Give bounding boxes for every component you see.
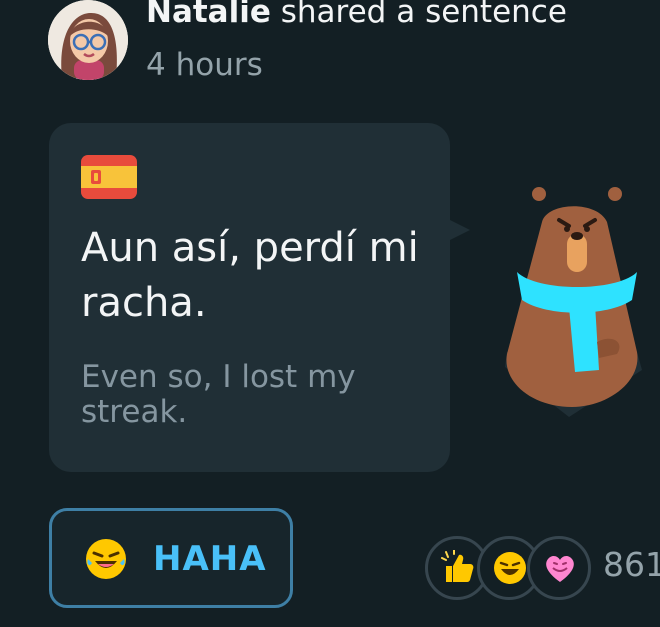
avatar[interactable] [48, 0, 128, 80]
post-time: 4 hours [146, 47, 263, 83]
author-name[interactable]: Natalie [146, 0, 271, 30]
laughing-emoji-icon [494, 552, 526, 584]
spain-flag-icon [81, 155, 137, 199]
natalie-avatar-icon [48, 0, 128, 80]
post-title: Natalie shared a sentence [146, 0, 567, 32]
sentence-card: Aun así, perdí mi racha. Even so, I lost… [49, 123, 450, 472]
translation-text: Even so, I lost my streak. [81, 359, 356, 430]
bubble-tail [446, 218, 470, 242]
heart-icon [546, 556, 574, 582]
reaction-count[interactable]: 861 [603, 545, 660, 584]
thumbs-up-icon [441, 550, 474, 582]
haha-reaction-button[interactable]: HAHA [49, 508, 293, 608]
bear-character-icon [505, 187, 642, 417]
sentence-text: Aun así, perdí mi racha. [81, 225, 419, 326]
reaction-heart[interactable] [527, 536, 591, 600]
post-header: Natalie shared a sentence 4 hours [0, 0, 660, 100]
haha-label: HAHA [153, 539, 267, 579]
laughing-emoji-icon [86, 539, 126, 579]
post-action: shared a sentence [280, 0, 567, 30]
